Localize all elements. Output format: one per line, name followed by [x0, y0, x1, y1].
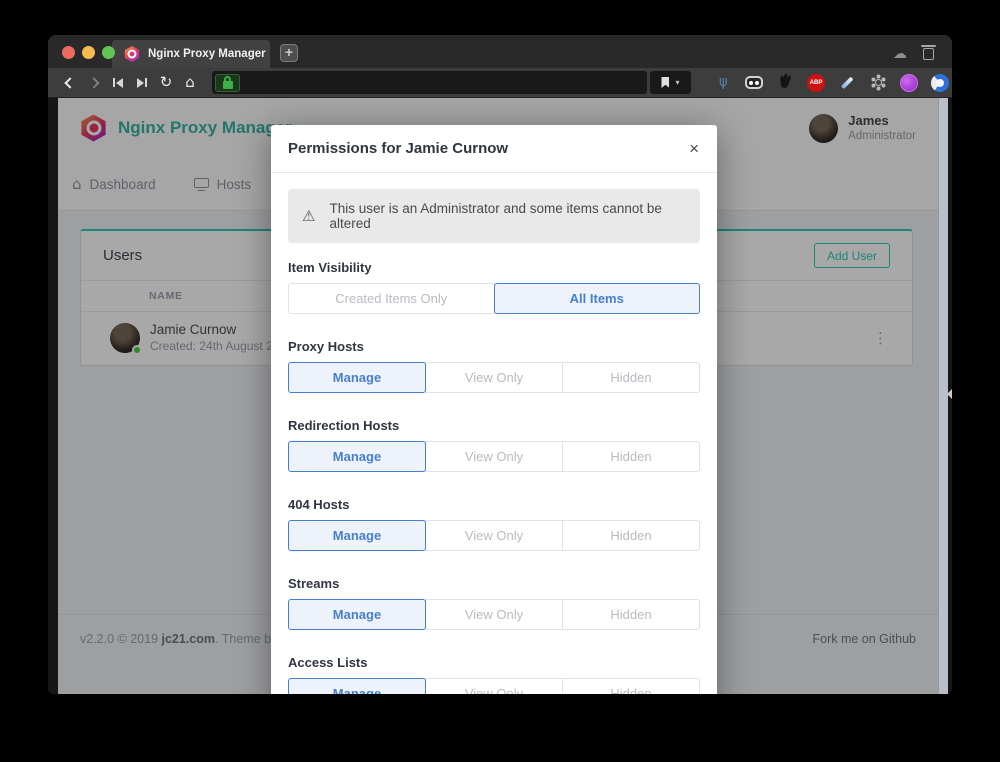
back-button[interactable] [58, 71, 82, 95]
goggles-icon [745, 76, 763, 89]
browser-left-edge [48, 98, 58, 694]
access-lists-group: Manage View Only Hidden [288, 678, 700, 694]
rewind-icon [113, 78, 123, 88]
admin-alert-text: This user is an Administrator and some i… [329, 201, 686, 231]
browser-toolbar: ↻ ⌂ ▾ ⋔ ABP [48, 68, 952, 98]
streams-group: Manage View Only Hidden [288, 599, 700, 630]
close-window-button[interactable] [62, 46, 75, 59]
sync-cloud-icon[interactable]: ☁ [893, 46, 907, 60]
close-icon[interactable]: × [688, 140, 700, 157]
extension-row: ⋔ ABP [711, 71, 952, 95]
reload-icon: ↻ [160, 75, 173, 90]
panel-toggle-arrow-icon[interactable] [947, 388, 952, 400]
option-view-only[interactable]: View Only [425, 599, 563, 630]
option-all-items[interactable]: All Items [494, 283, 701, 314]
ssl-lock-badge[interactable] [215, 74, 240, 92]
option-hidden[interactable]: Hidden [562, 441, 700, 472]
npm-favicon-icon [124, 46, 140, 62]
purple-circle-icon [900, 74, 918, 92]
404-hosts-group: Manage View Only Hidden [288, 520, 700, 551]
option-manage[interactable]: Manage [288, 678, 426, 694]
option-manage[interactable]: Manage [288, 362, 426, 393]
option-view-only[interactable]: View Only [425, 678, 563, 694]
forward-icon [88, 77, 99, 88]
redirection-hosts-group: Manage View Only Hidden [288, 441, 700, 472]
atom-icon [876, 80, 881, 85]
option-hidden[interactable]: Hidden [562, 520, 700, 551]
rewind-button[interactable] [106, 71, 130, 95]
abp-icon: ABP [807, 74, 825, 92]
section-label-404-hosts: 404 Hosts [288, 497, 700, 512]
option-created-items-only[interactable]: Created Items Only [288, 283, 495, 314]
section-label-access-lists: Access Lists [288, 655, 700, 670]
blue-circle-icon [931, 74, 949, 92]
warning-icon: ⚠ [302, 209, 315, 224]
page-viewport: Nginx Proxy Manager James Administrator … [48, 98, 952, 694]
option-hidden[interactable]: Hidden [562, 362, 700, 393]
window-controls [62, 46, 115, 59]
new-tab-button[interactable]: + [280, 44, 298, 62]
browser-tab[interactable]: Nginx Proxy Manager [112, 40, 270, 68]
item-visibility-group: Created Items Only All Items [288, 283, 700, 314]
minimize-window-button[interactable] [82, 46, 95, 59]
browser-tab-bar: Nginx Proxy Manager + ☁ [48, 35, 952, 68]
back-icon [64, 77, 75, 88]
extension-atom-button[interactable] [866, 71, 890, 95]
address-bar[interactable] [212, 71, 647, 94]
forward-button[interactable] [82, 71, 106, 95]
option-hidden[interactable]: Hidden [562, 678, 700, 694]
extension-gnome-button[interactable] [773, 71, 797, 95]
pen-icon [841, 76, 853, 88]
proxy-hosts-group: Manage View Only Hidden [288, 362, 700, 393]
closed-tabs-trash-icon[interactable] [923, 48, 934, 60]
fork-icon: ⋔ [717, 74, 730, 92]
option-hidden[interactable]: Hidden [562, 599, 700, 630]
option-view-only[interactable]: View Only [425, 441, 563, 472]
reload-button[interactable]: ↻ [154, 71, 178, 95]
section-label-redirection-hosts: Redirection Hosts [288, 418, 700, 433]
tab-title: Nginx Proxy Manager [148, 48, 266, 60]
browser-window: Nginx Proxy Manager + ☁ ↻ ⌂ [48, 35, 952, 694]
bookmark-button[interactable]: ▾ [650, 71, 691, 94]
permissions-modal: Permissions for Jamie Curnow × ⚠ This us… [271, 125, 717, 694]
extension-fork-button[interactable]: ⋔ [711, 71, 735, 95]
extension-blue-button[interactable] [928, 71, 952, 95]
home-icon: ⌂ [185, 75, 195, 90]
lock-icon [223, 81, 233, 89]
extension-goggles-button[interactable] [742, 71, 766, 95]
option-manage[interactable]: Manage [288, 441, 426, 472]
section-label-streams: Streams [288, 576, 700, 591]
option-manage[interactable]: Manage [288, 599, 426, 630]
fast-forward-button[interactable] [130, 71, 154, 95]
modal-title: Permissions for Jamie Curnow [288, 140, 508, 157]
home-button[interactable]: ⌂ [178, 71, 202, 95]
fast-forward-icon [137, 78, 147, 88]
section-label-proxy-hosts: Proxy Hosts [288, 339, 700, 354]
extension-purple-button[interactable] [897, 71, 921, 95]
web-page: Nginx Proxy Manager James Administrator … [58, 98, 938, 694]
admin-alert: ⚠ This user is an Administrator and some… [288, 189, 700, 243]
bookmark-icon [661, 77, 669, 88]
extension-pen-button[interactable] [835, 71, 859, 95]
item-visibility-label: Item Visibility [288, 260, 700, 275]
extension-adblock-button[interactable]: ABP [804, 71, 828, 95]
desktop-background: Nginx Proxy Manager + ☁ ↻ ⌂ [0, 0, 1000, 762]
option-view-only[interactable]: View Only [425, 520, 563, 551]
chevron-down-icon: ▾ [675, 78, 679, 87]
option-manage[interactable]: Manage [288, 520, 426, 551]
zoom-window-button[interactable] [102, 46, 115, 59]
footprint-icon [780, 76, 790, 89]
option-view-only[interactable]: View Only [425, 362, 563, 393]
